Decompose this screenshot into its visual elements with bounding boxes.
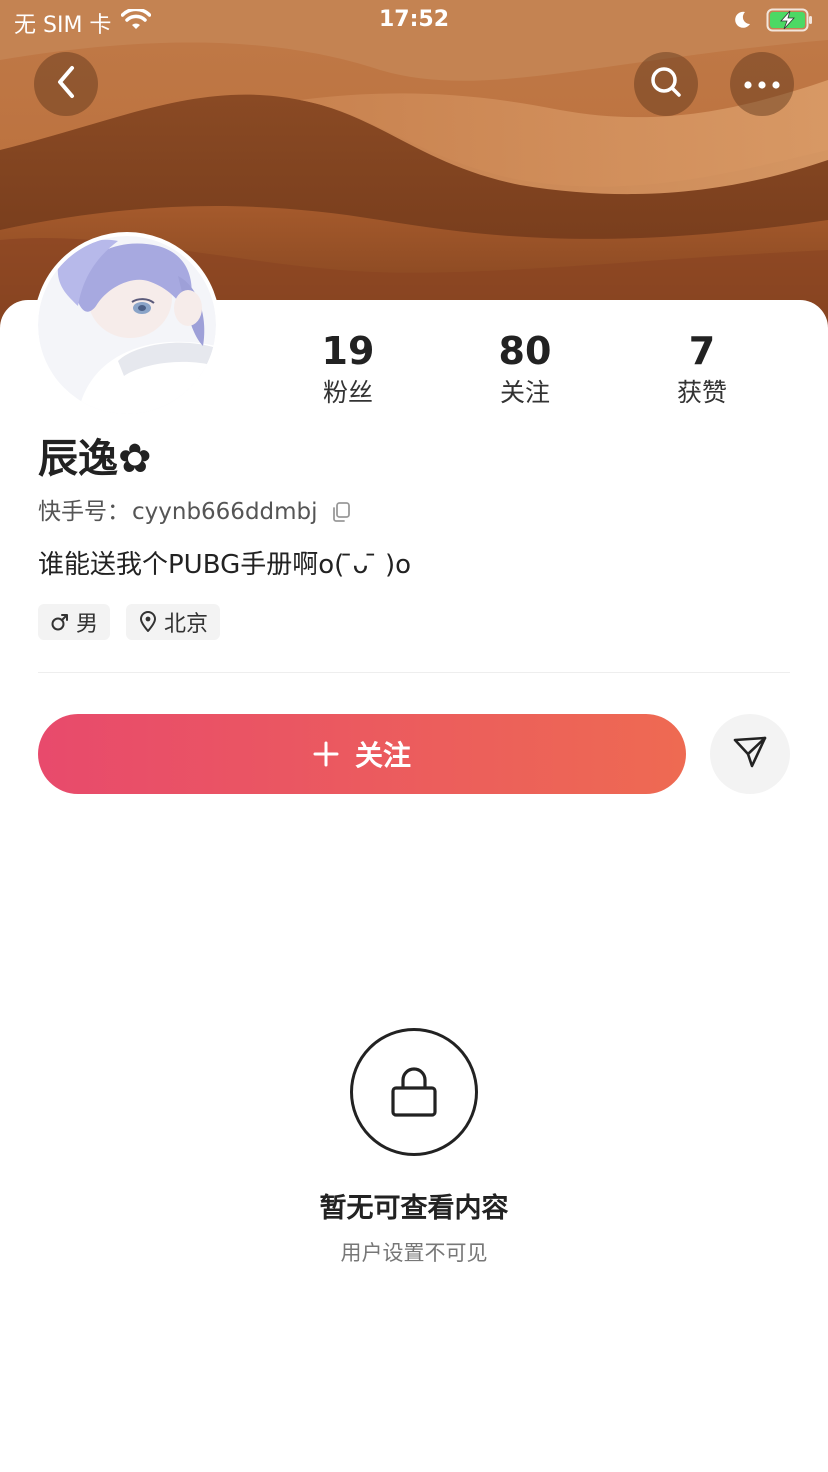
male-icon	[50, 612, 70, 632]
stat-following-value: 80	[498, 329, 552, 373]
status-right	[732, 8, 814, 38]
stat-likes[interactable]: 7 获赞	[622, 328, 782, 410]
kuaishou-id-row: 快手号： cyynb666ddmbj	[38, 496, 352, 528]
send-message-button[interactable]	[710, 714, 790, 794]
profile-page: 无 SIM 卡 17:52 19 粉丝 80 关注 7 获赞 辰逸✿ 快手号： …	[0, 0, 828, 1472]
profile-tags: 男 北京	[38, 604, 221, 640]
paper-plane-icon	[732, 734, 768, 774]
more-button[interactable]	[730, 52, 794, 116]
more-dots-icon	[742, 75, 782, 94]
user-name: 辰逸✿	[38, 436, 152, 482]
moon-icon	[732, 10, 752, 36]
tag-gender: 男	[38, 604, 111, 640]
avatar[interactable]	[34, 232, 220, 418]
stat-following-label: 关注	[499, 378, 550, 407]
kuaishou-id-label: 快手号：	[38, 499, 130, 525]
tag-location-label: 北京	[164, 612, 209, 637]
user-bio: 谁能送我个PUBG手册啊o( ̄ᴗ ̄ )o	[38, 550, 412, 580]
stat-following[interactable]: 80 关注	[445, 328, 605, 410]
copy-icon[interactable]	[330, 501, 352, 523]
plus-icon	[313, 741, 339, 767]
follow-button-label: 关注	[354, 739, 411, 772]
kuaishou-id-value: cyynb666ddmbj	[132, 499, 318, 525]
back-button[interactable]	[34, 52, 98, 116]
status-time: 17:52	[378, 7, 450, 32]
tag-location: 北京	[126, 604, 221, 640]
follow-button[interactable]: 关注	[38, 714, 686, 794]
location-pin-icon	[138, 611, 158, 633]
lock-icon	[350, 1028, 478, 1156]
chevron-left-icon	[52, 64, 80, 104]
battery-charging-icon	[766, 8, 814, 38]
empty-state-title: 暂无可查看内容	[319, 1193, 509, 1224]
tag-gender-label: 男	[76, 612, 99, 637]
empty-state-subtitle: 用户设置不可见	[340, 1241, 488, 1265]
search-icon	[648, 64, 684, 104]
divider	[38, 672, 790, 673]
stat-fans-label: 粉丝	[322, 378, 373, 407]
stat-likes-value: 7	[688, 329, 716, 373]
status-bar: 无 SIM 卡 17:52	[0, 0, 828, 40]
stat-likes-label: 获赞	[676, 378, 727, 407]
stat-fans-value: 19	[321, 329, 375, 373]
stat-fans[interactable]: 19 粉丝	[268, 328, 428, 410]
search-button[interactable]	[634, 52, 698, 116]
